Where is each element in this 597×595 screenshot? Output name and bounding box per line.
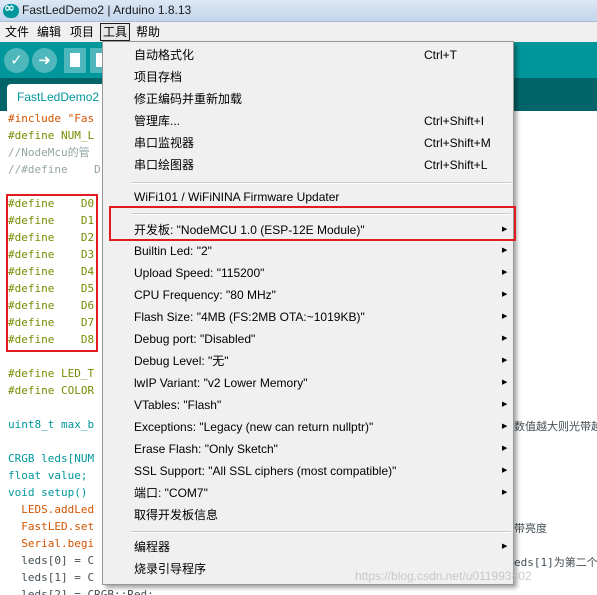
code-line: LEDS.addLed	[8, 503, 95, 516]
upload-button[interactable]: ➜	[32, 48, 57, 73]
menu-edit[interactable]: 编辑	[35, 23, 63, 41]
menu-item-auto-format[interactable]: 自动格式化 Ctrl+T	[104, 44, 512, 66]
tab-fastleddemo2[interactable]: FastLedDemo2	[7, 84, 111, 111]
code-line: FastLED.set	[8, 520, 95, 533]
arduino-logo-icon	[3, 1, 19, 18]
menu-item-serial-plotter[interactable]: 串口绘图器 Ctrl+Shift+L	[104, 154, 512, 176]
code-line: float value;	[8, 469, 88, 482]
menu-item-builtin-led[interactable]: Builtin Led: "2" ▶	[104, 240, 512, 262]
checkmark-icon: ✓	[10, 51, 23, 69]
pin-defines-highlight	[6, 194, 98, 352]
submenu-arrow-icon: ▶	[502, 335, 508, 342]
submenu-arrow-icon: ▶	[502, 489, 508, 496]
menu-help[interactable]: 帮助	[134, 23, 162, 41]
menu-item-cpu-frequency[interactable]: CPU Frequency: "80 MHz" ▶	[104, 284, 512, 306]
submenu-arrow-icon: ▶	[502, 247, 508, 254]
code-line: uint8_t max_b	[8, 418, 95, 431]
code-line: #include "Fas	[8, 112, 95, 125]
menu-item-erase-flash[interactable]: Erase Flash: "Only Sketch" ▶	[104, 438, 512, 460]
open-button[interactable]	[90, 48, 106, 73]
submenu-arrow-icon: ▶	[502, 543, 508, 550]
menu-item-debug-level[interactable]: Debug Level: "无" ▶	[104, 350, 512, 372]
code-fragment: 带亮度	[514, 522, 547, 535]
arrow-right-icon: ➜	[38, 51, 51, 69]
submenu-arrow-icon: ▶	[502, 379, 508, 386]
submenu-arrow-icon: ▶	[502, 423, 508, 430]
submenu-arrow-icon: ▶	[502, 269, 508, 276]
code-line: leds[2] = CRGB::Red;	[8, 588, 154, 595]
code-line: //NodeMcu的管	[8, 146, 90, 159]
menu-tools[interactable]: 工具	[100, 23, 131, 41]
verify-button[interactable]: ✓	[4, 48, 29, 73]
submenu-arrow-icon: ▶	[502, 445, 508, 452]
submenu-arrow-icon: ▶	[502, 291, 508, 298]
tools-menu: 自动格式化 Ctrl+T 项目存档 修正编码并重新加载 管理库... Ctrl+Sh…	[102, 41, 514, 585]
submenu-arrow-icon: ▶	[502, 313, 508, 320]
code-fragment: eds[1]为第二个	[514, 556, 597, 569]
code-line: #define LED_T	[8, 367, 95, 380]
menu-item-port[interactable]: 端口: "COM7" ▶	[104, 482, 512, 504]
menu-item-flash-size[interactable]: Flash Size: "4MB (FS:2MB OTA:~1019KB)" ▶	[104, 306, 512, 328]
menu-item-lwip-variant[interactable]: lwIP Variant: "v2 Lower Memory" ▶	[104, 372, 512, 394]
menu-item-ssl-support[interactable]: SSL Support: "All SSL ciphers (most comp…	[104, 460, 512, 482]
submenu-arrow-icon: ▶	[502, 357, 508, 364]
board-highlight	[109, 206, 516, 241]
menu-file[interactable]: 文件	[3, 23, 31, 41]
submenu-arrow-icon: ▶	[502, 401, 508, 408]
menu-item-upload-speed[interactable]: Upload Speed: "115200" ▶	[104, 262, 512, 284]
code-line: leds[1] = C	[8, 571, 95, 584]
window-title: FastLedDemo2 | Arduino 1.8.13	[22, 3, 192, 17]
menu-item-wifi-updater[interactable]: WiFi101 / WiFiNINA Firmware Updater	[104, 186, 512, 208]
code-fragment: 数值越大则光带越	[514, 420, 597, 433]
menu-item-vtables[interactable]: VTables: "Flash" ▶	[104, 394, 512, 416]
menu-item-serial-monitor[interactable]: 串口监视器 Ctrl+Shift+M	[104, 132, 512, 154]
code-line: CRGB leds[NUM	[8, 452, 95, 465]
menu-item-manage-libraries[interactable]: 管理库... Ctrl+Shift+I	[104, 110, 512, 132]
title-bar: FastLedDemo2 | Arduino 1.8.13	[0, 0, 597, 22]
code-line: //#define D	[8, 163, 101, 176]
code-line: leds[0] = C	[8, 554, 95, 567]
menu-item-programmer[interactable]: 编程器 ▶	[104, 536, 512, 558]
menu-separator	[131, 531, 511, 533]
code-line: #define NUM_L	[8, 129, 95, 142]
menu-item-board-info[interactable]: 取得开发板信息	[104, 504, 512, 526]
menu-item-exceptions[interactable]: Exceptions: "Legacy (new can return null…	[104, 416, 512, 438]
menu-bar: 文件 编辑 项目 工具 帮助	[0, 22, 597, 42]
menu-item-debug-port[interactable]: Debug port: "Disabled" ▶	[104, 328, 512, 350]
code-line: #define COLOR	[8, 384, 95, 397]
new-file-button[interactable]	[64, 48, 86, 73]
menu-separator	[131, 182, 511, 184]
menu-item-fix-encoding[interactable]: 修正编码并重新加载	[104, 88, 512, 110]
menu-item-archive-sketch[interactable]: 项目存档	[104, 66, 512, 88]
code-line: void setup()	[8, 486, 88, 499]
code-line: Serial.begi	[8, 537, 95, 550]
menu-sketch[interactable]: 项目	[68, 23, 96, 41]
watermark: https://blog.csdn.net/u011993802	[355, 569, 532, 583]
submenu-arrow-icon: ▶	[502, 467, 508, 474]
